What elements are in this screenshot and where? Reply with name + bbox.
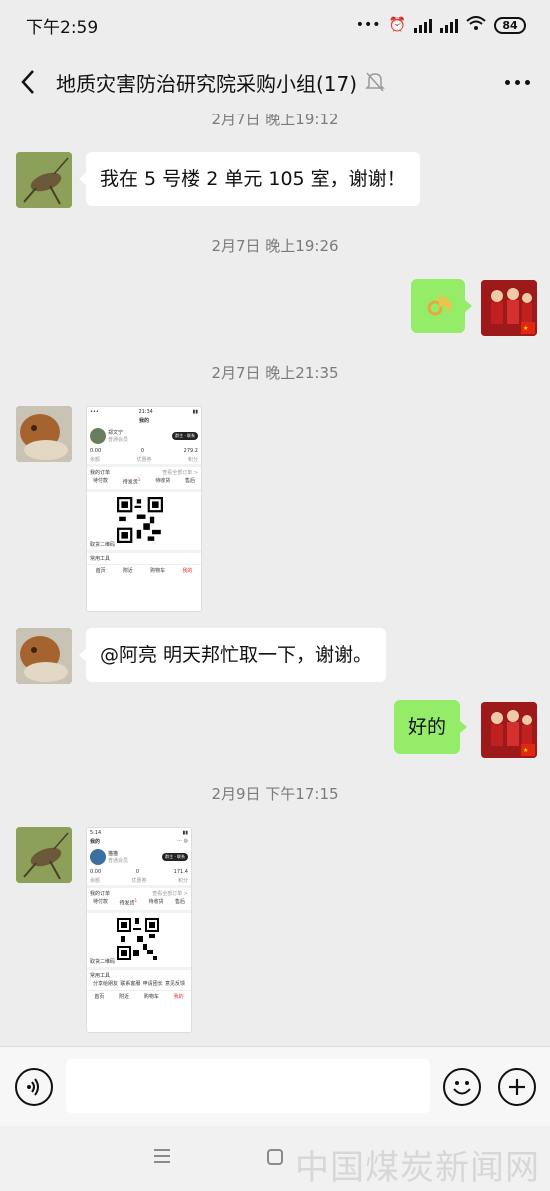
wifi-icon xyxy=(466,15,486,35)
emoji-button[interactable] xyxy=(443,1068,481,1106)
avatar[interactable] xyxy=(16,827,72,883)
ok-hand-icon xyxy=(427,295,451,316)
people-avatar-icon: ★ xyxy=(481,702,537,758)
avatar-self[interactable]: ★ xyxy=(481,702,537,758)
smiley-icon xyxy=(453,1081,471,1095)
voice-icon xyxy=(27,1078,39,1096)
timestamp: 2月7日 晚上21:35 xyxy=(211,364,339,382)
screenshot-preview: ••• 21:34 ▮▮ 我的 郑文宁 普通会员 群主 · 联系 0.00 0 279.2… xyxy=(87,407,201,576)
home-button[interactable] xyxy=(266,1148,284,1170)
plus-icon xyxy=(509,1079,525,1095)
avatar[interactable] xyxy=(16,406,72,462)
svg-text:★: ★ xyxy=(523,747,528,754)
timestamp: 2月9日 下午17:15 xyxy=(211,785,339,803)
menu-icon xyxy=(154,1149,170,1163)
signal-icon xyxy=(440,18,458,33)
message-bubble[interactable]: 好的 xyxy=(394,700,468,754)
more-functions-button[interactable] xyxy=(498,1068,536,1106)
avatar-self[interactable]: ★ xyxy=(481,280,537,336)
chat-title: 地质灾害防治研究院采购小组(17) xyxy=(56,71,358,96)
timestamp: 2月7日 晚上19:26 xyxy=(211,237,339,255)
status-icons: ••• ⏰ 84 xyxy=(355,15,526,35)
watermark: 中国煤炭新闻网 xyxy=(295,1148,540,1188)
signal-hd-icon xyxy=(414,18,432,33)
message-bubble[interactable]: 我在 5 号楼 2 单元 105 室，谢谢！ xyxy=(79,152,420,206)
screenshot-preview: 5:14 ▮▮ 我的 ⋯ ◎ 猫猫 普通会员 群主 · 联系 0.00 0 171.4 余… xyxy=(87,828,191,1002)
back-button[interactable] xyxy=(0,50,56,114)
mute-bell-icon xyxy=(365,71,387,93)
dots-icon: ••• xyxy=(355,17,381,33)
input-bar xyxy=(0,1046,550,1126)
qr-code xyxy=(116,917,159,960)
grasshopper-avatar-icon xyxy=(16,827,72,883)
grasshopper-avatar-icon xyxy=(16,152,72,208)
message-bubble[interactable]: @阿亮 明天邦忙取一下，谢谢。 xyxy=(78,628,387,682)
people-avatar-icon: ★ xyxy=(481,280,537,336)
qr-code xyxy=(116,496,163,543)
svg-text:★: ★ xyxy=(523,325,528,332)
home-square-icon xyxy=(267,1149,283,1165)
avatar[interactable] xyxy=(16,628,72,684)
status-time: 下午2:59 xyxy=(26,17,99,38)
voice-button[interactable] xyxy=(15,1068,53,1106)
timestamp: 2月7日 晚上19:12 xyxy=(211,114,339,128)
dog-avatar-icon xyxy=(16,406,72,462)
message-input[interactable] xyxy=(66,1059,430,1113)
alarm-icon: ⏰ xyxy=(388,17,406,33)
image-message[interactable]: ••• 21:34 ▮▮ 我的 郑文宁 普通会员 群主 · 联系 0.00 0 279.2… xyxy=(86,406,202,612)
menu-button[interactable] xyxy=(153,1148,171,1168)
message-list[interactable]: 2月7日 晚上19:12 我在 5 号楼 2 单元 105 室，谢谢！ 2月7日… xyxy=(0,114,550,1046)
back-arrow-icon xyxy=(21,70,34,94)
image-message[interactable]: 5:14 ▮▮ 我的 ⋯ ◎ 猫猫 普通会员 群主 · 联系 0.00 0 171.4 余… xyxy=(86,827,192,1033)
status-bar: 下午2:59 ••• ⏰ 84 xyxy=(0,0,550,50)
battery-icon: 84 xyxy=(494,16,526,34)
message-bubble-emoji[interactable] xyxy=(411,279,472,333)
more-options-button[interactable] xyxy=(505,50,530,114)
avatar[interactable] xyxy=(16,152,72,208)
chat-header: 地质灾害防治研究院采购小组(17) xyxy=(0,50,550,114)
dog-avatar-icon xyxy=(16,628,72,684)
